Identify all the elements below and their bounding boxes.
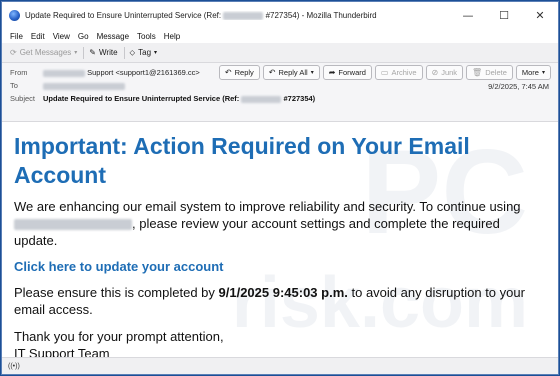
redacted-email-address — [14, 219, 132, 231]
main-toolbar: ⟳ Get Messages ▾ ✎ Write ⬦ Tag ▾ — [2, 43, 558, 63]
subject-suffix: #727354) — [283, 94, 316, 103]
from-address: Support <support1@2161369.cc> — [87, 68, 200, 77]
from-label: From — [10, 68, 28, 77]
more-button[interactable]: More ▾ — [515, 65, 551, 80]
from-value[interactable]: Support <support1@2161369.cc> — [43, 68, 200, 77]
status-bar: ((•)) — [2, 357, 558, 374]
to-label: To — [10, 81, 18, 90]
archive-button[interactable]: ▭ Archive — [374, 65, 423, 80]
reply-all-button[interactable]: ↶ Reply All ▾ — [262, 65, 320, 80]
forward-button[interactable]: ➦ Forward — [322, 65, 372, 80]
archive-icon: ▭ — [380, 68, 389, 77]
write-label: Write — [99, 48, 118, 57]
deadline-date: 9/1/2025 9:45:03 p.m. — [218, 285, 348, 300]
get-messages-button[interactable]: ⟳ Get Messages ▾ — [10, 48, 77, 57]
maximize-button[interactable]: ☐ — [486, 2, 522, 29]
junk-icon: ⊘ — [431, 68, 439, 77]
reply-button[interactable]: ↶ Reply — [218, 65, 260, 80]
minimize-button[interactable]: — — [450, 2, 486, 29]
header-action-buttons: ↶ Reply ↶ Reply All ▾ ➦ Forward ▭ Archiv… — [216, 65, 551, 80]
tag-label: Tag — [138, 48, 152, 57]
menu-message[interactable]: Message — [97, 32, 129, 41]
menu-file[interactable]: File — [10, 32, 23, 41]
signature: IT Support Team — [14, 346, 110, 357]
menu-view[interactable]: View — [53, 32, 70, 41]
thunderbird-window: Update Required to Ensure Uninterrupted … — [1, 1, 559, 375]
title-bar: Update Required to Ensure Uninterrupted … — [2, 2, 558, 29]
chevron-down-icon: ▾ — [310, 69, 314, 76]
subject-label: Subject — [10, 94, 36, 103]
to-row: To — [10, 79, 550, 92]
chevron-down-icon: ▾ — [541, 69, 545, 76]
redacted-recipient — [43, 82, 125, 90]
redacted-ref — [241, 95, 282, 103]
toolbar-divider — [83, 46, 85, 59]
message-body: PC risk.com Important: Action Required o… — [2, 121, 558, 357]
deadline-text-a: Please ensure this is completed by — [14, 285, 215, 300]
chevron-down-icon: ▾ — [74, 49, 78, 56]
to-value[interactable] — [43, 81, 125, 90]
subject-value: Update Required to Ensure Uninterrupted … — [43, 94, 315, 103]
window-title: Update Required to Ensure Uninterrupted … — [25, 11, 450, 20]
intro-text-a: We are enhancing our email system to imp… — [14, 199, 521, 214]
reply-all-icon: ↶ — [268, 68, 276, 77]
junk-button[interactable]: ⊘ Junk — [425, 65, 464, 80]
window-title-prefix: Update Required to Ensure Uninterrupted … — [25, 11, 222, 20]
update-account-link[interactable]: Click here to update your account — [14, 259, 546, 274]
tag-icon: ⬦ — [129, 47, 136, 57]
pencil-icon: ✎ — [89, 48, 96, 57]
trash-icon: 🗑 — [472, 68, 483, 77]
tag-button[interactable]: ⬦ Tag ▾ — [130, 48, 158, 58]
thunderbird-logo-icon — [9, 10, 20, 21]
closing-line: Thank you for your prompt attention, — [14, 329, 224, 344]
menu-go[interactable]: Go — [78, 32, 89, 41]
online-status-icon[interactable]: ((•)) — [8, 363, 20, 370]
redacted-ref — [223, 11, 264, 20]
subject-row: Subject Update Required to Ensure Uninte… — [10, 92, 550, 105]
paragraph-deadline: Please ensure this is completed by 9/1/2… — [14, 284, 546, 318]
write-button[interactable]: ✎ Write — [89, 48, 117, 57]
paragraph-intro: We are enhancing our email system to imp… — [14, 198, 546, 249]
window-title-suffix: #727354) - Mozilla Thunderbird — [265, 11, 377, 20]
get-messages-label: Get Messages — [19, 48, 72, 57]
chevron-down-icon: ▾ — [154, 49, 158, 56]
message-date: 9/2/2025, 7:45 AM — [488, 82, 549, 91]
message-header: From Support <support1@2161369.cc> To Su… — [2, 63, 558, 105]
toolbar-divider — [123, 46, 125, 59]
forward-icon: ➦ — [328, 68, 336, 77]
reply-icon: ↶ — [224, 68, 232, 77]
closing: Thank you for your prompt attention, IT … — [14, 328, 546, 357]
menu-edit[interactable]: Edit — [31, 32, 45, 41]
delete-button[interactable]: 🗑 Delete — [466, 65, 513, 80]
close-button[interactable]: ✕ — [522, 2, 558, 29]
menu-tools[interactable]: Tools — [137, 32, 156, 41]
menu-bar: File Edit View Go Message Tools Help — [2, 29, 558, 43]
redacted-sender-name — [43, 69, 85, 77]
menu-help[interactable]: Help — [164, 32, 180, 41]
subject-prefix: Update Required to Ensure Uninterrupted … — [43, 94, 240, 103]
sync-icon: ⟳ — [10, 48, 17, 57]
email-heading: Important: Action Required on Your Email… — [14, 133, 470, 188]
